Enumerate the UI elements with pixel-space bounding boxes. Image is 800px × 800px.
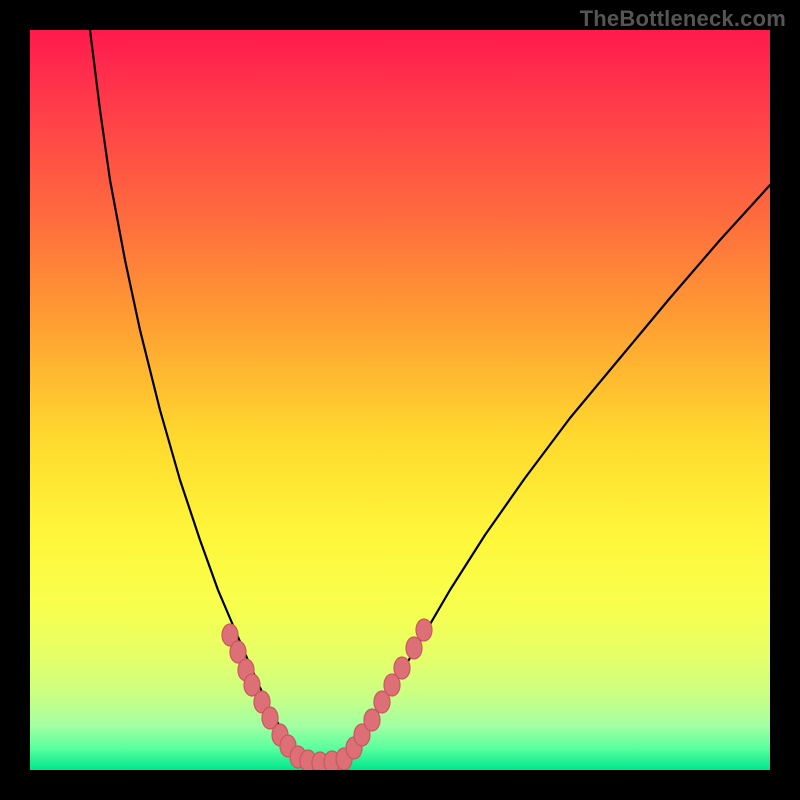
marker-dot <box>406 637 422 659</box>
marker-dot <box>416 619 432 641</box>
marker-dot <box>364 709 380 731</box>
curve-svg <box>30 30 770 770</box>
v-curve <box>90 30 770 764</box>
app-frame: TheBottleneck.com <box>0 0 800 800</box>
marker-dots <box>222 619 432 770</box>
plot-area <box>30 30 770 770</box>
watermark-text: TheBottleneck.com <box>580 6 786 32</box>
v-curve-path <box>90 30 770 764</box>
marker-dot <box>394 657 410 679</box>
